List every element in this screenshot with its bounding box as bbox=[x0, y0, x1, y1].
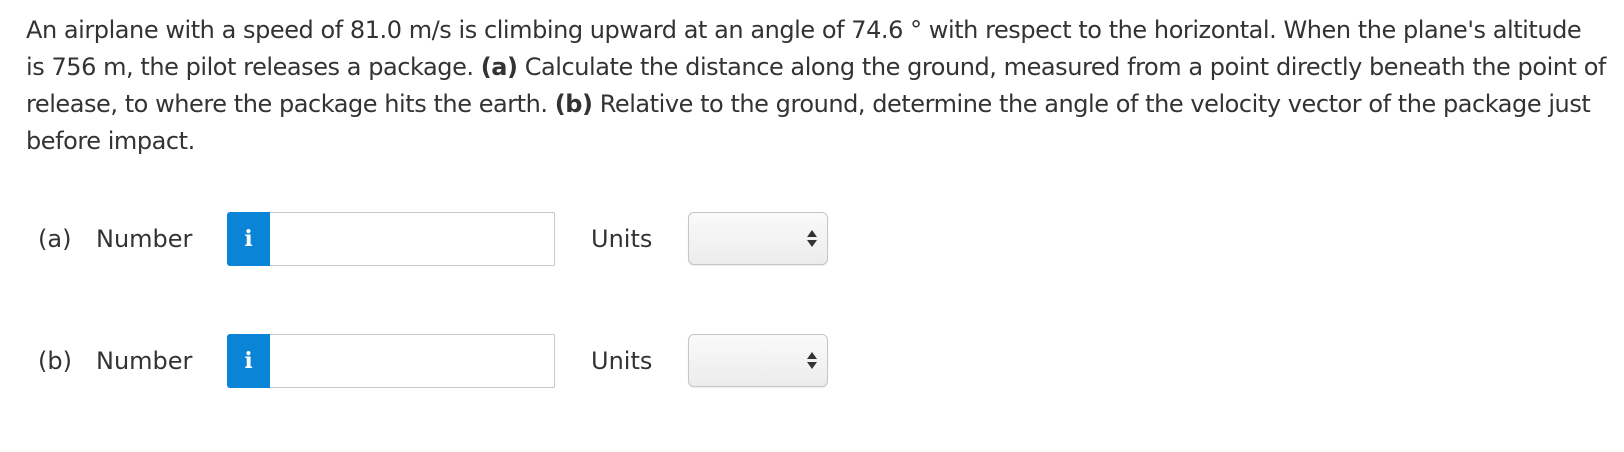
part-b-marker: (b) bbox=[554, 90, 593, 118]
units-dropdown-a[interactable] bbox=[688, 212, 828, 265]
units-dropdown-b[interactable] bbox=[688, 334, 828, 387]
answer-row-b: (b) Number i Units bbox=[0, 334, 900, 388]
number-input-b[interactable] bbox=[270, 334, 555, 388]
select-arrows-icon bbox=[807, 352, 817, 370]
part-label-a: (a) bbox=[38, 225, 72, 253]
select-arrows-icon bbox=[807, 230, 817, 248]
units-label-a: Units bbox=[591, 225, 653, 253]
number-input-a[interactable] bbox=[270, 212, 555, 266]
question-text: An airplane with a speed of 81.0 m/s is … bbox=[26, 12, 1606, 160]
info-icon[interactable]: i bbox=[227, 334, 270, 388]
part-a-marker: (a) bbox=[480, 53, 518, 81]
units-label-b: Units bbox=[591, 347, 653, 375]
number-label-b: Number bbox=[96, 347, 193, 375]
number-label-a: Number bbox=[96, 225, 193, 253]
info-icon[interactable]: i bbox=[227, 212, 270, 266]
part-label-b: (b) bbox=[38, 347, 72, 375]
answer-row-a: (a) Number i Units bbox=[0, 212, 900, 266]
